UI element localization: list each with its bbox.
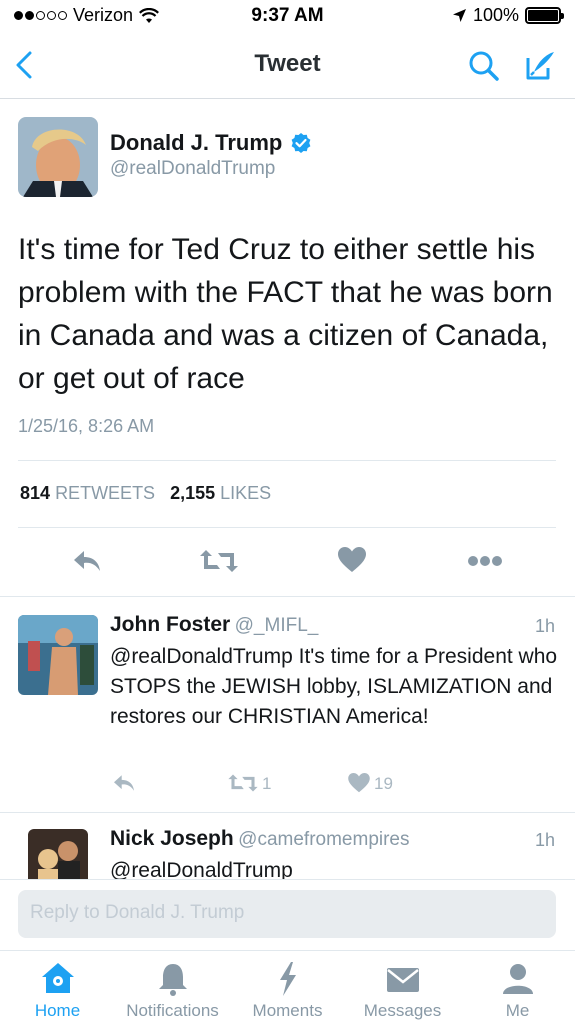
reply-author-handle[interactable]: @camefromempires [238, 829, 409, 850]
reply-time: 1h [534, 616, 555, 636]
reply-item[interactable]: Nick Joseph @camefromempires 1h @realDon… [0, 813, 575, 879]
reply-author-name[interactable]: Nick Joseph [110, 827, 234, 850]
divider [0, 879, 575, 880]
reply-avatar[interactable] [28, 829, 88, 879]
tab-messages[interactable]: Messages [345, 951, 460, 1025]
heart-icon[interactable] [338, 547, 366, 573]
heart-icon[interactable] [348, 773, 370, 793]
lightning-icon [280, 962, 296, 996]
reply-author-handle[interactable]: @_MIFL_ [235, 615, 319, 636]
likes-stat[interactable]: 2,155 LIKES [170, 483, 271, 503]
retweets-stat[interactable]: 814 RETWEETS [20, 483, 155, 503]
battery-percent: 100% [472, 5, 519, 25]
reply-author-name[interactable]: John Foster [110, 613, 230, 636]
tab-me[interactable]: Me [460, 951, 575, 1025]
status-right: 100% [452, 5, 564, 26]
compose-icon[interactable] [524, 48, 558, 82]
divider [0, 596, 575, 597]
home-icon [42, 963, 74, 993]
avatar[interactable] [18, 117, 98, 197]
tab-label: Me [505, 1001, 530, 1020]
author-handle[interactable]: @realDonaldTrump [110, 158, 275, 180]
tab-bar: Home Notifications Moments Messages Me [0, 950, 575, 1025]
tweet-author[interactable]: Donald J. Trump [110, 130, 312, 156]
tab-moments[interactable]: Moments [230, 951, 345, 1025]
envelope-icon [387, 968, 419, 992]
retweet-icon[interactable] [200, 548, 238, 574]
status-bar: Verizon 9:37 AM 100% [0, 0, 575, 32]
reply-time: 1h [534, 830, 555, 850]
retweet-icon[interactable] [228, 773, 258, 793]
bell-icon [159, 964, 187, 996]
navigation-bar: Tweet [0, 32, 575, 99]
tab-home[interactable]: Home [0, 951, 115, 1025]
tweet-timestamp: 1/25/16, 8:26 AM [18, 416, 155, 436]
tab-label: Home [34, 1001, 81, 1020]
verified-badge-icon [291, 133, 311, 153]
retweet-count: 1 [262, 774, 272, 793]
tweet-stats: 814 RETWEETS 2,155 LIKES [20, 483, 271, 504]
tab-notifications[interactable]: Notifications [115, 951, 230, 1025]
divider [18, 460, 556, 461]
divider [18, 527, 556, 528]
location-arrow-icon [452, 9, 466, 22]
tab-label: Notifications [126, 1001, 219, 1020]
reply-header[interactable]: John Foster @_MIFL_ [110, 613, 318, 637]
like-count: 19 [374, 774, 393, 793]
tab-label: Messages [363, 1001, 442, 1020]
tweet-text: It's time for Ted Cruz to either settle … [18, 233, 553, 395]
reply-text: @realDonaldTrump [110, 859, 293, 879]
reply-avatar[interactable] [18, 615, 98, 695]
tab-label: Moments [252, 1001, 323, 1020]
battery-icon [525, 7, 564, 24]
reply-icon[interactable] [72, 548, 102, 574]
search-icon[interactable] [468, 50, 500, 82]
more-icon[interactable] [467, 555, 503, 567]
author-name[interactable]: Donald J. Trump [110, 130, 282, 156]
reply-header[interactable]: Nick Joseph @camefromempires [110, 827, 410, 851]
reply-input[interactable]: Reply to Donald J. Trump [18, 890, 556, 938]
person-icon [503, 964, 533, 994]
reply-text: @realDonaldTrump It's time for a Preside… [110, 645, 558, 728]
reply-icon[interactable] [112, 773, 136, 793]
